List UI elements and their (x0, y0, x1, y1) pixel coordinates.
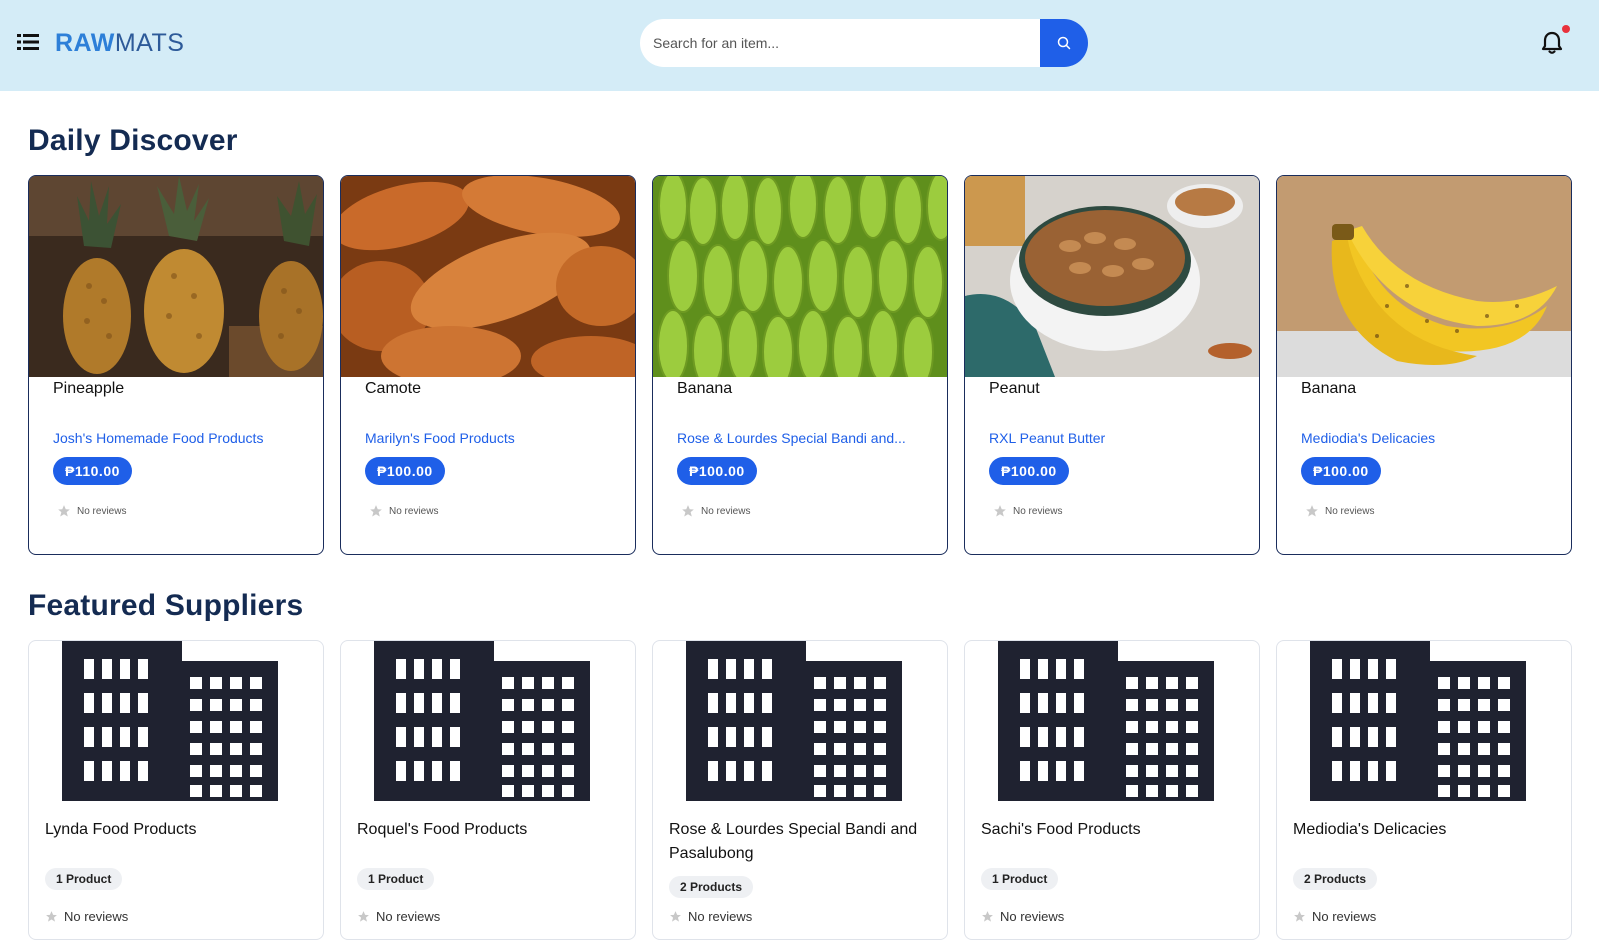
product-count-badge: 1 Product (45, 868, 123, 890)
price-badge: ₱110.00 (53, 457, 132, 485)
star-icon (1306, 505, 1318, 517)
product-name: Banana (1301, 380, 1357, 397)
search-input[interactable] (640, 19, 1041, 67)
review-text: No reviews (1013, 505, 1063, 517)
supplier-name: Roquel's Food Products (357, 821, 528, 838)
review-text: No reviews (1325, 505, 1375, 517)
logo-mats: MATS (114, 29, 185, 57)
product-card[interactable]: Camote Marilyn's Food Products ₱100.00 N… (340, 175, 636, 555)
top-header: RAWMATS (0, 0, 1599, 91)
star-icon (370, 505, 382, 517)
building-icon (686, 641, 902, 801)
product-name: Peanut (989, 380, 1040, 397)
star-icon (994, 505, 1006, 517)
building-icon (1310, 641, 1526, 801)
supplier-card[interactable]: Mediodia's Delicacies 2 Products No revi… (1276, 640, 1572, 940)
review-text: No reviews (701, 505, 751, 517)
supplier-card[interactable]: Lynda Food Products 1 Product No reviews (28, 640, 324, 940)
product-image-ripe-bananas (1277, 176, 1571, 377)
product-card[interactable]: Banana Mediodia's Delicacies ₱100.00 No … (1276, 175, 1572, 555)
product-card[interactable]: Banana Rose & Lourdes Special Bandi and.… (652, 175, 948, 555)
product-supplier-link[interactable]: Rose & Lourdes Special Bandi and... (677, 430, 906, 446)
price-badge: ₱100.00 (365, 457, 445, 485)
price-badge: ₱100.00 (989, 457, 1069, 485)
product-name: Banana (677, 380, 733, 397)
product-count-badge: 1 Product (357, 868, 435, 890)
review-summary: No reviews (993, 504, 1062, 518)
product-supplier-link[interactable]: Mediodia's Delicacies (1301, 430, 1435, 446)
search-button[interactable] (1040, 19, 1088, 67)
product-count-badge: 2 Products (669, 876, 754, 898)
product-card[interactable]: Pineapple Josh's Homemade Food Products … (28, 175, 324, 555)
star-icon (682, 505, 694, 517)
supplier-name: Sachi's Food Products (981, 821, 1141, 838)
notification-dot (1562, 25, 1570, 33)
product-image-peanuts (965, 176, 1259, 377)
supplier-name: Rose & Lourdes Special Bandi and Pasalub… (669, 821, 918, 862)
product-name: Camote (365, 380, 422, 397)
product-supplier-link[interactable]: RXL Peanut Butter (989, 430, 1105, 446)
product-image-sweet-potato (341, 176, 635, 377)
supplier-name: Lynda Food Products (45, 821, 197, 838)
search-icon (1057, 36, 1071, 50)
bell-icon[interactable] (1540, 30, 1564, 56)
review-summary: No reviews (369, 504, 438, 518)
review-text: No reviews (77, 505, 127, 517)
product-count-badge: 2 Products (1293, 868, 1378, 890)
review-summary: No reviews (57, 504, 126, 518)
search-bar (640, 19, 1088, 67)
building-icon (62, 641, 278, 801)
supplier-name: Mediodia's Delicacies (1293, 821, 1447, 838)
price-badge: ₱100.00 (1301, 457, 1381, 485)
supplier-card[interactable]: Sachi's Food Products 1 Product No revie… (964, 640, 1260, 940)
product-supplier-link[interactable]: Marilyn's Food Products (365, 430, 515, 446)
supplier-card[interactable]: Rose & Lourdes Special Bandi and Pasalub… (652, 640, 948, 940)
price-badge: ₱100.00 (677, 457, 757, 485)
featured-suppliers-title: Featured Suppliers (28, 589, 304, 622)
supplier-card[interactable]: Roquel's Food Products 1 Product No revi… (340, 640, 636, 940)
review-text: No reviews (389, 505, 439, 517)
product-card[interactable]: Peanut RXL Peanut Butter ₱100.00 No revi… (964, 175, 1260, 555)
product-supplier-link[interactable]: Josh's Homemade Food Products (53, 430, 263, 446)
product-count-badge: 1 Product (981, 868, 1059, 890)
review-summary: No reviews (681, 504, 750, 518)
app-logo[interactable]: RAWMATS (55, 28, 184, 58)
star-icon (58, 505, 70, 517)
building-icon (998, 641, 1214, 801)
product-image-green-bananas (653, 176, 947, 377)
product-name: Pineapple (53, 380, 125, 397)
daily-discover-title: Daily Discover (28, 124, 238, 157)
logo-raw: RAW (55, 29, 115, 57)
menu-grid-icon[interactable] (17, 33, 39, 51)
building-icon (374, 641, 590, 801)
review-summary: No reviews (1305, 504, 1374, 518)
product-image-pineapple (29, 176, 323, 377)
